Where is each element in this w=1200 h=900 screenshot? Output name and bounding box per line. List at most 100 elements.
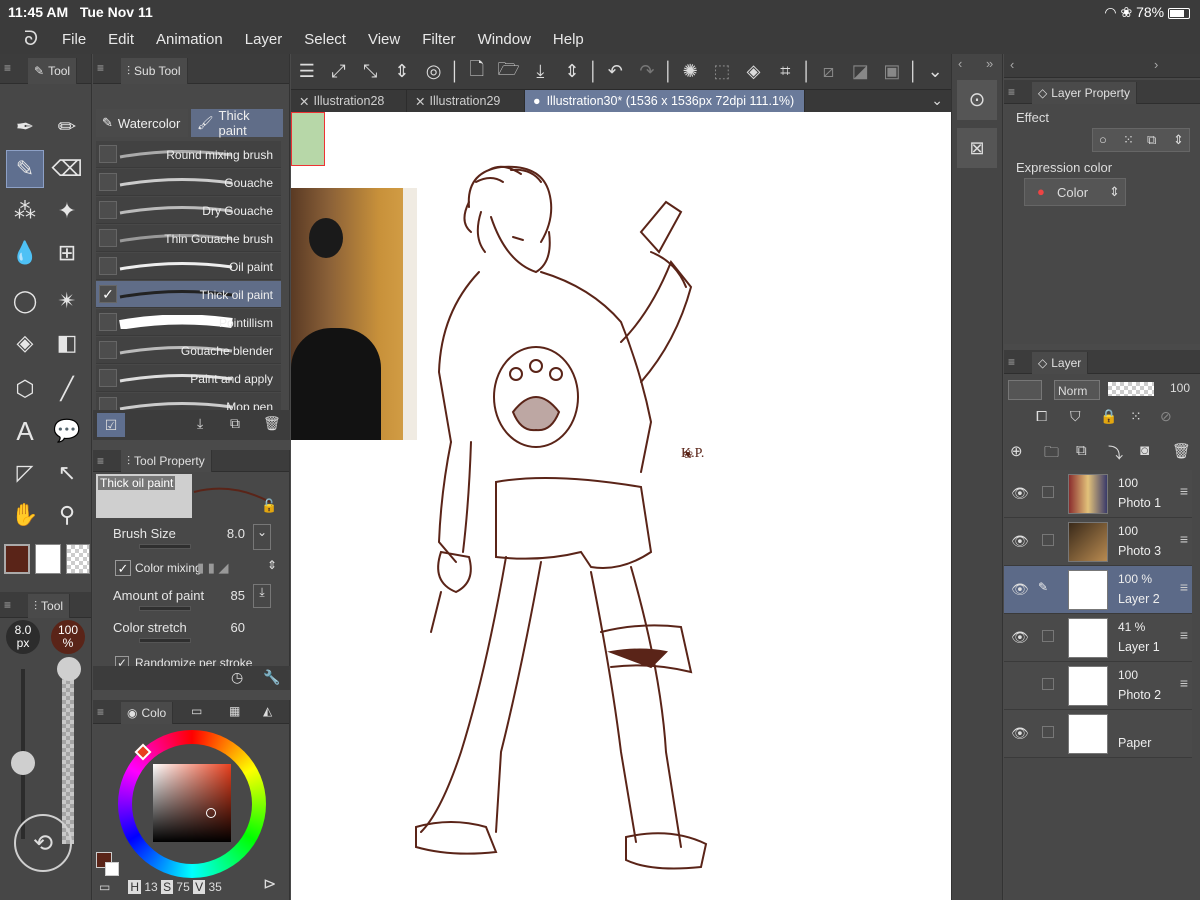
brush-size-badge[interactable]: 8.0 px	[6, 620, 40, 654]
quick-access-button[interactable]: ⟲	[14, 814, 72, 872]
operation-tool[interactable]: ⬡	[6, 370, 44, 408]
reference-layer-icon[interactable]: ⛉	[1070, 408, 1081, 425]
trash-icon[interactable]: 🗑	[263, 415, 281, 432]
brush-item[interactable]: ✓ Thick oil paint	[96, 281, 281, 308]
panel-menu-icon[interactable]: ≡	[1008, 355, 1015, 369]
line-tool[interactable]: ╱	[48, 370, 86, 408]
menu-help[interactable]: Help	[553, 31, 584, 48]
drag-handle-icon[interactable]: ≡	[1180, 675, 1188, 691]
hand-tool[interactable]: ✋	[6, 496, 44, 534]
circle-effect-icon[interactable]: ○	[1099, 132, 1107, 147]
visibility-eye-icon[interactable]: 👁	[1011, 485, 1029, 502]
doc-tab-illustration30[interactable]: ● Illustration30* (1536 x 1536px 72dpi 1…	[525, 90, 805, 112]
selection-border-icon[interactable]: ▣	[876, 61, 908, 82]
app-logo-icon[interactable]: ᘐ	[0, 28, 62, 51]
brush-checkbox[interactable]	[99, 201, 117, 219]
clip-icon[interactable]: ⧠	[1036, 408, 1047, 425]
panel-menu-icon[interactable]: ≡	[1008, 85, 1015, 99]
drag-handle-icon[interactable]: ≡	[1180, 531, 1188, 547]
close-panel-button[interactable]: ⊠	[957, 128, 997, 168]
blend-tool[interactable]: 💧	[6, 234, 44, 272]
opacity-slider-thumb[interactable]	[57, 657, 81, 681]
mask-icon[interactable]: ⊘	[1160, 408, 1172, 425]
wrench-clock-icon[interactable]: ◷	[231, 669, 243, 686]
menu-layer[interactable]: Layer	[245, 31, 283, 48]
sv-cursor[interactable]	[206, 808, 216, 818]
undo-icon[interactable]: ↶	[599, 61, 631, 82]
airbrush-tool[interactable]: ⁂	[6, 192, 44, 230]
brush-checkbox[interactable]	[99, 369, 117, 387]
layer-select-checkbox[interactable]	[1042, 726, 1054, 738]
lock-icon[interactable]: 🔓	[261, 498, 277, 514]
new-file-icon[interactable]: 🗋	[461, 57, 493, 87]
panel-menu-icon[interactable]: ≡	[97, 705, 104, 719]
tone-effect-icon[interactable]: ⁙	[1123, 132, 1134, 148]
menu-select[interactable]: Select	[304, 31, 346, 48]
panel-menu-icon[interactable]: ≡	[4, 598, 11, 612]
menu-file[interactable]: File	[62, 31, 86, 48]
layer-row[interactable]: 100 Photo 2 ≡	[1004, 662, 1192, 710]
brush-checkbox[interactable]: ✓	[99, 285, 117, 303]
color-set-tab-icon[interactable]: ▦	[229, 704, 240, 718]
effect-buttons[interactable]: ○ ⁙ ⧉ ⇕	[1092, 128, 1190, 152]
sub-color-swatch[interactable]	[35, 544, 61, 574]
figure-tool[interactable]: ⊞	[48, 234, 86, 272]
visibility-eye-icon[interactable]: 👁	[1011, 533, 1029, 550]
record-icon[interactable]: ◎	[418, 61, 450, 82]
layer-type-select[interactable]	[1008, 380, 1042, 400]
layer-row[interactable]: 👁 Paper	[1004, 710, 1192, 758]
loading-spinner-icon[interactable]: ✺	[674, 61, 706, 82]
brush-item[interactable]: Paint and apply	[96, 365, 281, 392]
close-icon[interactable]: ✕	[299, 94, 309, 109]
layer-row[interactable]: 👁 41 % Layer 1 ≡	[1004, 614, 1192, 662]
brush-item[interactable]: Thin Gouache brush	[96, 225, 281, 252]
tool-property-tab[interactable]: ⫶ Tool Property	[121, 450, 212, 472]
clear-inside-icon[interactable]: ◪	[844, 61, 876, 82]
trash-icon[interactable]: 🗑	[1172, 442, 1191, 460]
stepper-icon[interactable]: ⇕	[1173, 132, 1184, 148]
brush-size-slider-thumb[interactable]	[11, 751, 35, 775]
panel-menu-icon[interactable]: ≡	[97, 454, 104, 468]
tool-tab[interactable]: ✎ Tool	[28, 58, 78, 84]
brush-checkbox[interactable]	[99, 341, 117, 359]
stepper-icon[interactable]: ⇕	[1109, 184, 1120, 200]
sub-tool-tab[interactable]: ⫶ Sub Tool	[121, 58, 188, 84]
transform-icon[interactable]: ⤡	[354, 61, 386, 82]
deselect-icon[interactable]: ⬚	[706, 61, 738, 82]
fill-selection-icon[interactable]: ◈	[738, 61, 770, 82]
panel-menu-icon[interactable]: ≡	[4, 61, 11, 75]
lasso-selection-tool[interactable]: ◯	[6, 282, 44, 320]
play-circle-icon[interactable]: ⊳	[263, 874, 276, 894]
menu-view[interactable]: View	[368, 31, 400, 48]
import-icon[interactable]: ⤓	[197, 415, 203, 432]
collapse-left-icon[interactable]: ‹	[1010, 57, 1014, 72]
layer-select-checkbox[interactable]	[1042, 534, 1054, 546]
fill-tool[interactable]: ◈	[6, 324, 44, 362]
brush-checkbox[interactable]	[99, 173, 117, 191]
crop-icon[interactable]: ⌗	[769, 61, 801, 82]
opacity-slider[interactable]	[1108, 382, 1154, 396]
chevron-updown-icon[interactable]: ⇕	[556, 61, 588, 82]
layer-select-checkbox[interactable]	[1042, 630, 1054, 642]
layer-row[interactable]: 👁 100 Photo 3 ≡	[1004, 518, 1192, 566]
chevron-down-icon[interactable]: ⌄	[919, 61, 951, 82]
menu-lines-icon[interactable]: ☰	[291, 61, 323, 82]
mixing-mode-icons[interactable]: ▮ ▮ ◢	[197, 560, 229, 576]
clear-outside-icon[interactable]: ⧄	[813, 61, 845, 82]
transparent-color-swatch[interactable]	[66, 544, 90, 574]
brush-item[interactable]: Round mixing brush	[96, 141, 281, 168]
duplicate-icon[interactable]: ⧉	[230, 415, 240, 432]
frame-tool[interactable]: ◸	[6, 454, 44, 492]
chevron-updown-icon[interactable]: ⇕	[386, 61, 418, 82]
layer-row[interactable]: 👁 100 Photo 1 ≡	[1004, 470, 1192, 518]
amount-of-paint-value[interactable]: 85	[231, 588, 245, 603]
ruler-tool[interactable]: ↖	[48, 454, 86, 492]
collapse-right-icon[interactable]: ›	[1154, 57, 1158, 72]
layer-tab[interactable]: ◇ Layer	[1032, 352, 1089, 374]
fit-canvas-icon[interactable]: ⤢	[323, 61, 355, 82]
brush-size-value[interactable]: 8.0	[227, 526, 245, 541]
blend-mode-select[interactable]: Norm	[1054, 380, 1100, 400]
eyedropper-tool[interactable]: ⚲	[48, 496, 86, 534]
open-folder-icon[interactable]: 🗁	[493, 57, 525, 87]
auto-select-tool[interactable]: ✴	[48, 282, 86, 320]
